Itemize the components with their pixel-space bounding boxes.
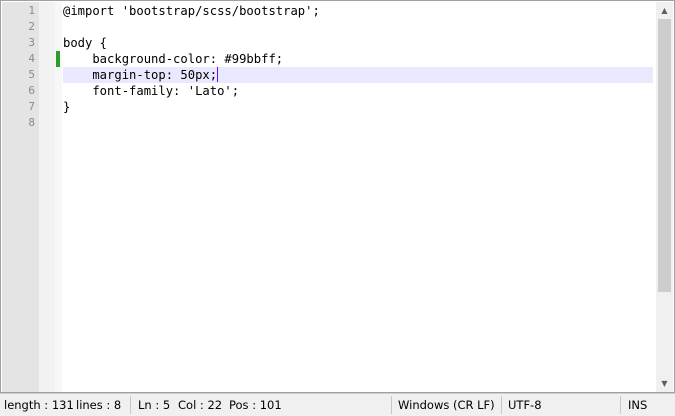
status-separator — [130, 396, 131, 414]
code-line[interactable]: 5 margin-top: 50px; — [1, 67, 653, 83]
code-text[interactable]: margin-top: 50px; — [63, 67, 217, 83]
code-line[interactable]: 4 background-color: #99bbff; — [1, 51, 653, 67]
line-number: 4 — [28, 52, 35, 65]
code-line[interactable]: 6 font-family: 'Lato'; — [1, 83, 653, 99]
code-line[interactable]: 7} — [1, 99, 653, 115]
code-text[interactable]: @import 'bootstrap/scss/bootstrap'; — [63, 3, 320, 19]
status-column: Col : 22 — [178, 398, 223, 412]
line-number: 7 — [28, 100, 35, 113]
status-separator — [391, 396, 392, 414]
status-separator — [501, 396, 502, 414]
status-length: length : 131 — [4, 398, 74, 412]
code-text[interactable]: body { — [63, 35, 107, 51]
status-position: Pos : 101 — [229, 398, 282, 412]
code-line[interactable]: 2 — [1, 19, 653, 35]
line-number: 3 — [28, 36, 35, 49]
code-line[interactable]: 8 — [1, 115, 653, 131]
status-bar: length : 131 lines : 8 Ln : 5 Col : 22 P… — [0, 393, 675, 416]
text-caret — [217, 67, 219, 82]
code-text[interactable]: font-family: 'Lato'; — [63, 83, 239, 99]
status-eol-format[interactable]: Windows (CR LF) — [398, 394, 495, 416]
line-number: 6 — [28, 84, 35, 97]
vertical-scrollbar[interactable]: ▲ ▼ — [656, 2, 673, 392]
status-line-number: Ln : 5 — [138, 398, 171, 412]
scroll-down-arrow-icon[interactable]: ▼ — [656, 375, 673, 392]
status-lines: lines : 8 — [76, 398, 122, 412]
editor-pane[interactable]: 1 @import 'bootstrap/scss/bootstrap'; 2 3 bo… — [0, 0, 675, 393]
scroll-thumb[interactable] — [658, 19, 671, 292]
code-line[interactable]: 1 @import 'bootstrap/scss/bootstrap'; — [1, 3, 653, 19]
scroll-up-arrow-icon[interactable]: ▲ — [656, 2, 673, 19]
code-text[interactable]: } — [63, 99, 70, 115]
code-text[interactable]: background-color: #99bbff; — [63, 51, 283, 67]
line-number: 2 — [28, 20, 35, 33]
line-number: 1 — [28, 4, 35, 17]
code-line[interactable]: 3 body { — [1, 35, 653, 51]
status-insert-mode[interactable]: INS — [628, 394, 647, 416]
status-separator — [620, 396, 621, 414]
line-number: 8 — [28, 116, 35, 129]
line-number: 5 — [28, 68, 35, 81]
status-encoding[interactable]: UTF-8 — [508, 394, 542, 416]
